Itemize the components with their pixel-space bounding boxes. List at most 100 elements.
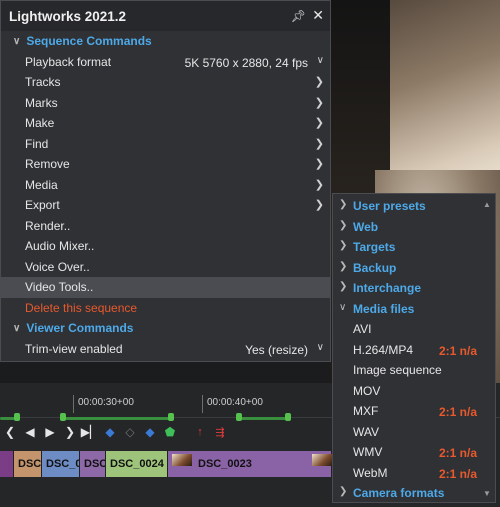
timecode-label: 00:00:40+00 [207,397,263,408]
range-segment [236,417,290,420]
sequence-menu-popup: Lightworks 2021.2 📌︎ ✕ ∨ Sequence Comman… [0,0,331,362]
menu-item-export[interactable]: Export ❯ [1,195,330,216]
step-forward-icon[interactable]: ❯ [60,425,80,439]
range-segment [60,417,170,420]
media-item-wmv[interactable]: WMV 2:1 n/a [333,442,495,463]
status-badge: 2:1 n/a [438,405,477,419]
clip-label: DSC_0024 [110,458,164,470]
menu-item-marks[interactable]: Marks ❯ [1,93,330,114]
clip-label: DSC_0023 [198,458,252,470]
submenu-label: User presets [353,199,426,214]
playback-format-value: 5K 5760 x 2880, 24 fps [184,55,308,70]
marker[interactable] [285,413,291,421]
chevron-right-icon: ❯ [314,76,324,88]
ruler-tick [202,395,203,413]
clip-label: DSC_0 [46,458,80,470]
menu-item-trim-view[interactable]: Trim-view enabled Yes (resize) ∨ [1,339,330,360]
media-item-wav[interactable]: WAV [333,422,495,443]
menu-item-label: Remove [25,157,70,172]
media-item-h264[interactable]: H.264/MP4 2:1 n/a [333,340,495,361]
submenu-item-backup[interactable]: ❯ Backup [333,258,495,279]
chevron-right-icon: ❯ [314,178,324,191]
section-viewer-commands[interactable]: ∨ Viewer Commands [1,318,330,339]
skip-end-icon[interactable]: ▶▏ [80,425,100,439]
clip[interactable]: DSC [80,451,106,477]
clip[interactable]: DSC_0024 [106,451,168,477]
marker[interactable] [14,413,20,421]
clip[interactable]: DSC_0023 [168,451,332,477]
lift-icon[interactable]: ↑ [190,426,210,438]
mark-in-icon[interactable]: ◆ [100,425,120,439]
submenu-label: Backup [353,260,397,275]
menu-item-playback-format[interactable]: Playback format 5K 5760 x 2880, 24 fps ∨ [1,52,330,73]
section-label: Sequence Commands [26,34,152,49]
play-icon[interactable]: ▶ [40,425,60,439]
media-item-image-sequence[interactable]: Image sequence [333,360,495,381]
pin-icon[interactable]: 📌︎ [291,9,306,23]
clip[interactable]: DSC_0 [42,451,80,477]
media-item-mxf[interactable]: MXF 2:1 n/a [333,401,495,422]
timecode-label: 00:00:30+00 [78,397,134,408]
menu-item-render[interactable]: Render.. [1,216,330,237]
clip[interactable]: DSC_ [14,451,42,477]
submenu-label: Interchange [353,281,422,296]
extract-icon[interactable]: ⇶ [210,426,230,439]
marker[interactable] [168,413,174,421]
menu-item-audio-mixer[interactable]: Audio Mixer.. [1,236,330,257]
status-badge: 2:1 n/a [438,466,477,481]
chevron-down-icon: ∨ [13,322,21,334]
chevron-right-icon: ❯ [339,240,348,251]
previous-icon[interactable]: ❮ [0,425,20,439]
mark-clip-icon[interactable]: ◇ [120,425,140,439]
media-item-mov[interactable]: MOV [333,381,495,402]
menu-item-tracks[interactable]: Tracks ❯ [1,72,330,93]
submenu-label: Camera formats [353,486,445,501]
menu-item-video-tools[interactable]: Video Tools.. [1,277,330,298]
menu-item-label: Voice Over.. [25,259,90,274]
menu-item-delete-sequence[interactable]: Delete this sequence [1,298,330,319]
submenu-item-camera-formats[interactable]: ❯ Camera formats [333,483,495,504]
marker[interactable] [60,413,66,421]
section-label: Viewer Commands [26,321,134,336]
submenu-item-interchange[interactable]: ❯ Interchange [333,278,495,299]
trim-view-value: Yes (resize) [245,342,308,357]
menu-item-remove[interactable]: Remove ❯ [1,154,330,175]
clip-thumbnail [172,454,192,466]
menu-item-find[interactable]: Find ❯ [1,134,330,155]
chevron-right-icon: ❯ [314,199,324,211]
chevron-right-icon: ❯ [314,158,324,170]
marker[interactable] [236,413,242,421]
chevron-down-icon: ∨ [316,54,324,66]
chevron-down-icon: ∨ [13,35,21,47]
submenu-section-media-files[interactable]: ∨ Media files [333,299,495,320]
popup-titlebar[interactable]: Lightworks 2021.2 📌︎ ✕ [1,1,330,31]
clip[interactable] [0,451,14,477]
submenu-item-web[interactable]: ❯ Web [333,217,495,238]
menu-item-label: Make [25,116,55,131]
section-sequence-commands[interactable]: ∨ Sequence Commands [1,31,330,52]
menu-item-voice-over[interactable]: Voice Over.. [1,257,330,278]
chevron-right-icon: ❯ [339,199,348,210]
media-label: MOV [353,383,381,398]
clip-label: DSC_ [18,458,42,470]
media-label: WAV [353,424,379,439]
submenu-label: Web [353,219,379,234]
menu-item-label: Render.. [25,218,71,233]
menu-item-label: Video Tools.. [25,280,94,295]
chevron-down-icon: ∨ [316,341,324,353]
chevron-right-icon: ❯ [339,219,348,231]
mark-out-icon[interactable]: ◆ [140,425,160,439]
step-back-icon[interactable]: ◀ [20,425,40,439]
chevron-right-icon: ❯ [314,117,324,129]
close-icon[interactable]: ✕ [312,7,324,24]
media-item-webm[interactable]: WebM 2:1 n/a [333,463,495,484]
cue-icon[interactable]: ⬟ [160,425,180,439]
menu-item-label: Marks [25,95,58,110]
popup-title: Lightworks 2021.2 [9,8,127,24]
menu-item-media[interactable]: Media ❯ [1,175,330,196]
submenu-item-user-presets[interactable]: ❯ User presets [333,196,495,217]
menu-item-make[interactable]: Make ❯ [1,113,330,134]
submenu-item-targets[interactable]: ❯ Targets [333,237,495,258]
media-item-avi[interactable]: AVI [333,319,495,340]
chevron-right-icon: ❯ [339,260,348,272]
